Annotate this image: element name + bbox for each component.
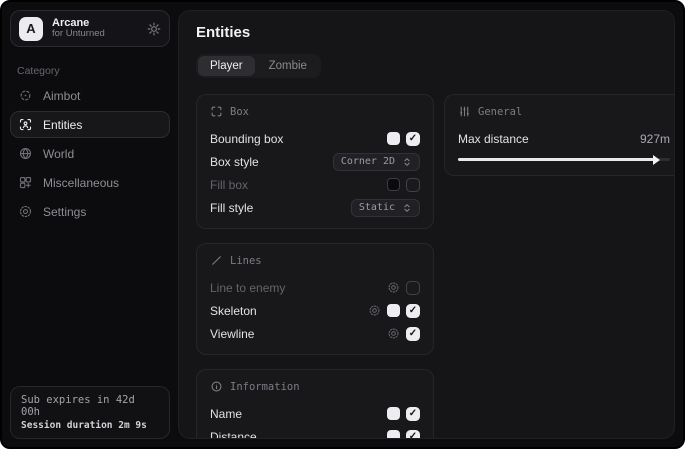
gear-icon[interactable]: [387, 327, 400, 340]
box-corners-icon: [210, 105, 223, 118]
page-title: Entities: [196, 24, 657, 41]
slider-fill: [458, 158, 655, 161]
gear-icon[interactable]: [368, 304, 381, 317]
setting-row-fill-box: Fill box: [210, 174, 420, 195]
color-swatch[interactable]: [387, 407, 400, 420]
brand-card: A Arcane for Unturned: [10, 10, 170, 47]
diagonal-line-icon: [210, 254, 223, 267]
gear-icon: [18, 204, 33, 219]
sidebar-item-label: World: [43, 147, 74, 161]
slider-thumb[interactable]: [653, 155, 660, 165]
checkbox-checked[interactable]: [406, 430, 420, 440]
box-style-dropdown[interactable]: Corner 2D: [333, 153, 420, 171]
checkbox-unchecked[interactable]: [406, 281, 420, 295]
setting-row-bounding-box: Bounding box: [210, 128, 420, 149]
section-title: Box: [230, 106, 249, 118]
dropdown-value: Corner 2D: [341, 156, 395, 167]
tab-player[interactable]: Player: [198, 56, 255, 76]
sidebar-item-label: Miscellaneous: [43, 176, 119, 190]
sidebar-item-world[interactable]: World: [10, 140, 170, 167]
sidebar-item-settings[interactable]: Settings: [10, 198, 170, 225]
sidebar-item-label: Settings: [43, 205, 86, 219]
chevrons-up-down-icon: [402, 157, 412, 167]
gear-icon[interactable]: [147, 22, 161, 36]
category-label: Category: [17, 65, 178, 77]
sidebar-nav: Aimbot Entities: [2, 81, 178, 226]
app-window: A Arcane for Unturned Category: [0, 0, 685, 449]
setting-row-name: Name: [210, 403, 420, 424]
setting-label: Fill box: [210, 178, 248, 192]
fill-style-dropdown[interactable]: Static: [351, 199, 420, 217]
setting-label: Name: [210, 407, 242, 421]
chevrons-up-down-icon: [402, 203, 412, 213]
entity-type-tabs: Player Zombie: [196, 54, 321, 78]
sidebar-item-entities[interactable]: Entities: [10, 111, 170, 138]
setting-row-max-distance: Max distance 927m: [458, 128, 670, 149]
sub-expiry-text: Sub expires in 42d 00h: [21, 394, 159, 418]
main-panel: Entities Player Zombie Box: [178, 10, 675, 439]
checkbox-unchecked[interactable]: [406, 178, 420, 192]
setting-label: Line to enemy: [210, 281, 285, 295]
session-duration-text: Session duration 2m 9s: [21, 420, 159, 431]
checkbox-checked[interactable]: [406, 327, 420, 341]
brand-subtitle: for Unturned: [52, 29, 138, 40]
sidebar-item-label: Aimbot: [43, 89, 80, 103]
section-title: Information: [230, 381, 300, 393]
checkbox-checked[interactable]: [406, 132, 420, 146]
box-section-card: Box Bounding box Box style Corner 2D: [196, 94, 434, 229]
checkbox-checked[interactable]: [406, 407, 420, 421]
info-circle-icon: [210, 380, 223, 393]
setting-label: Distance: [210, 430, 257, 440]
setting-label: Max distance: [458, 132, 529, 146]
color-swatch[interactable]: [387, 304, 400, 317]
setting-label: Skeleton: [210, 304, 257, 318]
max-distance-value: 927m: [640, 132, 670, 146]
sidebar-item-label: Entities: [43, 118, 82, 132]
checkbox-checked[interactable]: [406, 304, 420, 318]
setting-row-fill-style: Fill style Static: [210, 197, 420, 218]
setting-row-skeleton: Skeleton: [210, 300, 420, 321]
sidebar-item-miscellaneous[interactable]: Miscellaneous: [10, 169, 170, 196]
setting-label: Box style: [210, 155, 259, 169]
lines-section-card: Lines Line to enemy: [196, 243, 434, 355]
sidebar: A Arcane for Unturned Category: [2, 2, 178, 447]
dropdown-value: Static: [359, 202, 395, 213]
sidebar-item-aimbot[interactable]: Aimbot: [10, 82, 170, 109]
information-section-card: Information Name Distance: [196, 369, 434, 439]
gear-icon[interactable]: [387, 281, 400, 294]
general-section-card: General Max distance 927m: [444, 94, 675, 176]
color-swatch[interactable]: [387, 132, 400, 145]
setting-label: Bounding box: [210, 132, 283, 146]
grid-icon: [18, 175, 33, 190]
brand-logo: A: [19, 17, 43, 41]
globe-icon: [18, 146, 33, 161]
color-swatch[interactable]: [387, 430, 400, 439]
subscription-status-card: Sub expires in 42d 00h Session duration …: [10, 386, 170, 439]
crosshair-icon: [18, 88, 33, 103]
color-swatch[interactable]: [387, 178, 400, 191]
section-title: General: [478, 106, 522, 118]
max-distance-slider[interactable]: [458, 158, 670, 161]
setting-row-box-style: Box style Corner 2D: [210, 151, 420, 172]
tab-zombie[interactable]: Zombie: [257, 56, 319, 76]
setting-label: Fill style: [210, 201, 253, 215]
setting-row-distance: Distance: [210, 426, 420, 439]
setting-row-line-to-enemy: Line to enemy: [210, 277, 420, 298]
section-title: Lines: [230, 255, 262, 267]
setting-row-viewline: Viewline: [210, 323, 420, 344]
setting-label: Viewline: [210, 327, 254, 341]
sliders-icon: [458, 105, 471, 118]
entity-scan-icon: [18, 117, 33, 132]
